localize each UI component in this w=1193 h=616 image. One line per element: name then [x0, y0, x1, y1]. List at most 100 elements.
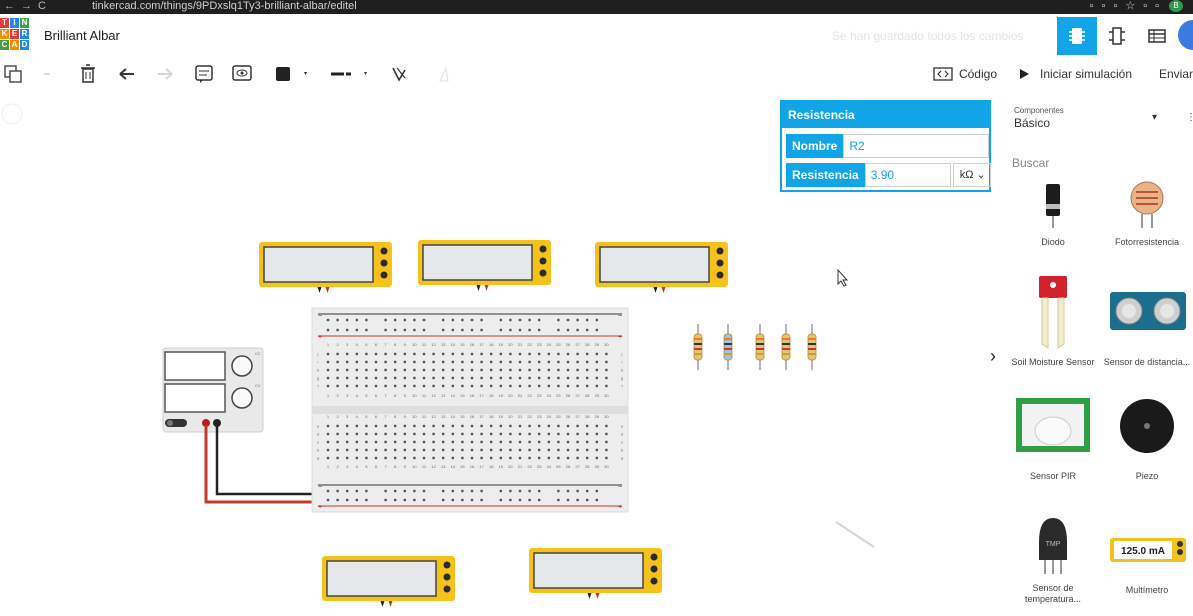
rail-hole — [538, 328, 541, 332]
strip-hole — [576, 456, 579, 460]
strip-hole — [365, 368, 368, 372]
notes-button[interactable] — [192, 62, 216, 86]
breadboard[interactable]: 1 2 3 4 5 6 7 8 9 10 11 12 13 14 15 16 17 18 19 20 21 22 23 24 2… — [311, 307, 629, 513]
column-number: 22 — [527, 393, 532, 398]
voltage-knob[interactable] — [231, 355, 253, 377]
row-letter: c — [621, 440, 623, 445]
strip-hole — [566, 432, 570, 436]
resistor[interactable] — [693, 324, 703, 370]
strip-hole — [374, 376, 378, 380]
start-simulation-button[interactable]: Iniciar simulación — [1018, 62, 1134, 86]
resistor[interactable] — [781, 324, 791, 370]
paste-button[interactable] — [40, 62, 54, 86]
flip-button[interactable] — [388, 62, 410, 86]
notes-visibility-button[interactable] — [230, 62, 254, 86]
resistor[interactable] — [807, 324, 817, 370]
color-picker-button[interactable] — [274, 62, 310, 86]
multimeter[interactable] — [529, 548, 662, 599]
resistance-input[interactable]: 3.90 — [864, 163, 951, 187]
multimeter-reading: 125.0 mA — [1121, 546, 1165, 557]
copy-button[interactable] — [2, 62, 24, 86]
user-avatar[interactable] — [1178, 20, 1193, 50]
library-item-piezo[interactable]: Piezo — [1102, 396, 1192, 482]
browser-url[interactable]: tinkercad.com/things/9PDxslq1Ty3-brillia… — [92, 0, 357, 12]
probe-com-icon — [587, 593, 592, 599]
multimeter[interactable] — [418, 240, 551, 291]
resistor-group[interactable] — [693, 324, 817, 370]
multimeter[interactable] — [322, 556, 455, 607]
library-item-pir-sensor[interactable]: Sensor PIR — [1008, 396, 1098, 482]
undo-button[interactable] — [116, 62, 138, 86]
rail-hole — [442, 489, 445, 493]
rail-hole — [576, 318, 579, 322]
column-number: 23 — [537, 464, 542, 469]
library-item-photoresistor[interactable]: Fotorresistencia — [1102, 180, 1192, 248]
strip-hole — [413, 440, 416, 444]
category-dropdown-icon[interactable]: ▾ — [1152, 112, 1157, 123]
name-input[interactable]: R2 — [843, 134, 990, 158]
tinkercad-logo[interactable]: TIN KER CAD — [0, 18, 30, 52]
resistance-unit-select[interactable]: kΩ ⌄ — [952, 163, 991, 187]
rail-hole — [528, 489, 531, 493]
strip-hole — [326, 360, 330, 364]
resistor[interactable] — [723, 324, 733, 370]
column-number: 27 — [575, 414, 580, 419]
strip-hole — [490, 360, 493, 364]
strip-hole — [326, 456, 330, 460]
column-number: 23 — [537, 342, 542, 347]
rail-sign: + — [318, 334, 322, 341]
current-knob[interactable] — [231, 387, 253, 409]
library-item-label: Soil Moisture Sensor — [1011, 357, 1095, 367]
column-number: 16 — [470, 342, 475, 347]
strip-hole — [326, 440, 330, 444]
column-number: 23 — [537, 393, 542, 398]
strip-hole — [346, 368, 349, 372]
strip-hole — [499, 456, 502, 460]
component-list-button[interactable] — [1137, 17, 1177, 55]
strip-hole — [528, 432, 531, 436]
multimeter[interactable] — [259, 242, 392, 293]
panel-expand-chevron-icon[interactable]: › — [990, 346, 996, 367]
circuit-view-button[interactable] — [1057, 17, 1097, 55]
rail-hole — [336, 328, 339, 332]
library-item-label: Sensor de temperatura... — [1024, 583, 1082, 604]
strip-hole — [576, 424, 579, 428]
strip-hole — [384, 440, 387, 444]
row-letter: h — [621, 368, 623, 373]
multimeter[interactable] — [595, 242, 728, 293]
rail-hole — [384, 318, 387, 322]
rail-hole — [509, 318, 512, 322]
library-search-label[interactable]: Buscar — [1012, 156, 1049, 170]
library-item-diode[interactable]: Diodo — [1008, 180, 1098, 248]
library-item-soil-moisture-sensor[interactable]: Soil Moisture Sensor — [1008, 274, 1098, 368]
multimeter-button-icon — [716, 247, 724, 255]
browser-profile-avatar[interactable]: B — [1169, 0, 1183, 12]
library-item-label: Multímetro — [1125, 585, 1169, 595]
delete-button[interactable] — [78, 62, 98, 86]
project-title[interactable]: Brilliant Albar — [44, 28, 120, 43]
browser-nav-icons[interactable]: ←→C — [4, 0, 52, 12]
library-item-multimeter[interactable]: 125.0 mA Multímetro — [1102, 532, 1192, 596]
library-item-temperature-sensor[interactable]: TMP Sensor de temperatura... — [1008, 514, 1098, 605]
browser-toolbar-icons[interactable]: ▫▫▫☆▫▫ — [1090, 0, 1167, 12]
more-options-icon[interactable]: ⋮ — [1186, 112, 1193, 123]
code-button[interactable]: Código — [933, 62, 997, 86]
fit-view-icon[interactable] — [1, 103, 23, 125]
mirror-button[interactable] — [436, 62, 452, 86]
resistance-row: Resistencia 3.90 kΩ ⌄ — [786, 163, 991, 187]
strip-hole — [355, 352, 358, 356]
library-item-distance-sensor[interactable]: Sensor de distancia... — [1102, 288, 1192, 368]
rail-hole — [346, 489, 349, 493]
strip-hole — [528, 440, 531, 444]
redo-button[interactable] — [154, 62, 176, 86]
strip-hole — [442, 432, 445, 436]
send-button[interactable]: Enviar — [1159, 62, 1193, 86]
resistor[interactable] — [755, 324, 765, 370]
power-supply[interactable]: CC CV — [162, 347, 264, 433]
line-style-button[interactable] — [330, 62, 372, 86]
schematic-view-button[interactable] — [1097, 17, 1137, 55]
strip-hole — [528, 384, 531, 388]
library-category-select[interactable]: Básico — [1014, 116, 1050, 130]
column-number: 15 — [460, 464, 465, 469]
strip-hole — [566, 376, 570, 380]
